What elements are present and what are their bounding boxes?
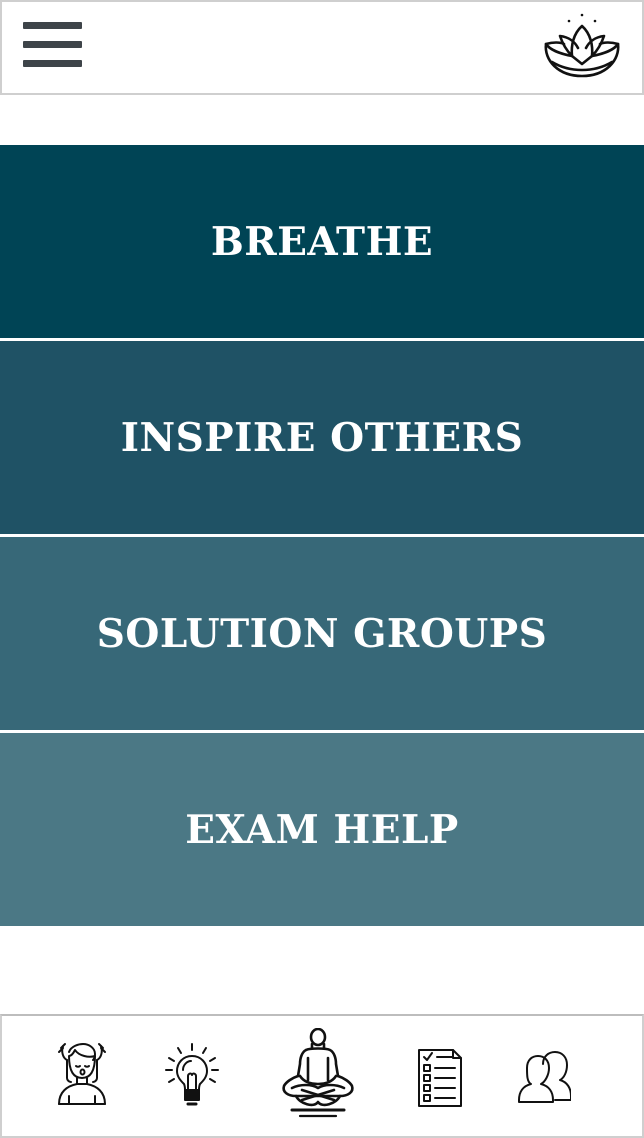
bottom-nav bbox=[0, 1014, 644, 1138]
users-icon[interactable] bbox=[517, 1050, 571, 1104]
menu-item-exam-help[interactable]: EXAM HELP bbox=[0, 733, 644, 926]
menu-item-label: BREATHE bbox=[210, 218, 434, 265]
lotus-icon bbox=[542, 12, 622, 82]
relaxed-person-icon[interactable] bbox=[55, 1042, 109, 1106]
app-screen: BREATHE INSPIRE OTHERS SOLUTION GROUPS E… bbox=[0, 0, 644, 1138]
checklist-icon[interactable] bbox=[417, 1048, 463, 1108]
menu-item-breathe[interactable]: BREATHE bbox=[0, 145, 644, 338]
menu-item-label: SOLUTION GROUPS bbox=[96, 610, 548, 657]
top-bar bbox=[0, 0, 644, 95]
main-menu: BREATHE INSPIRE OTHERS SOLUTION GROUPS E… bbox=[0, 145, 644, 929]
meditation-icon[interactable] bbox=[278, 1028, 358, 1122]
hamburger-menu-icon[interactable] bbox=[23, 22, 82, 70]
menu-item-label: EXAM HELP bbox=[185, 806, 459, 853]
lightbulb-icon[interactable] bbox=[164, 1042, 220, 1110]
menu-item-inspire-others[interactable]: INSPIRE OTHERS bbox=[0, 341, 644, 534]
menu-item-label: INSPIRE OTHERS bbox=[120, 414, 524, 461]
menu-item-solution-groups[interactable]: SOLUTION GROUPS bbox=[0, 537, 644, 730]
